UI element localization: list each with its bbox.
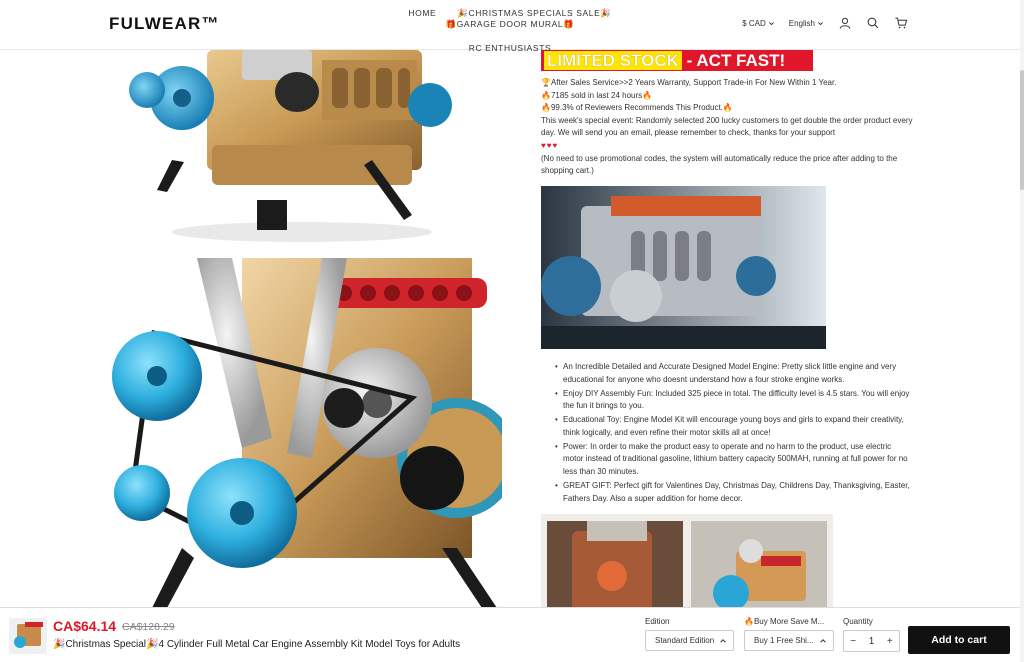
- nav-garage-door-mural[interactable]: 🎁GARAGE DOOR MURAL🎁: [446, 19, 575, 30]
- quantity-field: Quantity − 1 +: [843, 617, 900, 652]
- quantity-stepper: − 1 +: [843, 630, 900, 652]
- buy-more-label: 🔥Buy More Save M...: [744, 617, 825, 626]
- quantity-increase-button[interactable]: +: [881, 636, 899, 647]
- currency-label: $ CAD: [742, 18, 766, 28]
- promo-note: (No need to use promotional codes, the s…: [541, 153, 898, 176]
- nav-christmas-specials[interactable]: 🎉CHRISTMAS SPECIALS SALE🎉: [457, 8, 611, 19]
- feature-list: An Incredible Detailed and Accurate Desi…: [541, 361, 913, 507]
- nav-rc-enthusiasts[interactable]: RC ENTHUSIASTS: [469, 43, 552, 53]
- buy-more-value: Buy 1 Free Shi...: [754, 636, 814, 645]
- feature-item: Power: In order to make the product easy…: [541, 441, 913, 479]
- product-info-text: 🏆After Sales Service>>2 Years Warranty, …: [541, 77, 913, 178]
- chevron-down-icon: [818, 21, 823, 25]
- chevron-up-icon: [820, 638, 826, 643]
- warranty-line: 🏆After Sales Service>>2 Years Warranty, …: [541, 78, 837, 87]
- language-label: English: [788, 18, 815, 28]
- header-utilities: $ CAD English: [742, 16, 908, 30]
- user-icon[interactable]: [838, 16, 852, 30]
- gallery-image-2[interactable]: [691, 521, 827, 617]
- gallery-thumbnails: [541, 514, 833, 617]
- original-price: CA$128.29: [122, 621, 175, 633]
- product-title: 🎉Christmas Special🎉4 Cylinder Full Metal…: [53, 639, 461, 650]
- language-selector[interactable]: English: [789, 19, 824, 28]
- site-header: FULWEAR™ HOME 🎉CHRISTMAS SPECIALS SALE🎉 …: [0, 0, 1020, 53]
- edition-field: Edition Standard Edition: [645, 617, 734, 651]
- site-logo[interactable]: FULWEAR™: [109, 14, 220, 34]
- product-page: FULWEAR™ HOME 🎉CHRISTMAS SPECIALS SALE🎉 …: [0, 0, 1024, 662]
- buy-more-select[interactable]: Buy 1 Free Shi...: [744, 630, 834, 651]
- edition-value: Standard Edition: [655, 636, 715, 645]
- buy-more-field: 🔥Buy More Save M... Buy 1 Free Shi...: [744, 617, 834, 651]
- sold-count-line: 🔥7185 sold in last 24 hours🔥: [541, 90, 653, 100]
- edition-label: Edition: [645, 617, 670, 626]
- engine-photo: [541, 186, 826, 349]
- banner-highlight: LIMITED STOCK: [544, 51, 682, 70]
- hearts: ♥♥♥: [541, 140, 559, 150]
- sticky-add-to-cart-bar: CA$64.14 CA$128.29 🎉Christmas Special🎉4 …: [0, 607, 1020, 662]
- special-event-line: This week's special event: Randomly sele…: [541, 115, 913, 138]
- feature-item: Educational Toy: Engine Model Kit will e…: [541, 414, 913, 439]
- page-scrollbar[interactable]: [1020, 0, 1024, 662]
- feature-item: Enjoy DIY Assembly Fun: Included 325 pie…: [541, 388, 913, 413]
- banner-text: - ACT FAST!: [681, 51, 786, 70]
- main-nav: HOME 🎉CHRISTMAS SPECIALS SALE🎉 🎁GARAGE D…: [330, 8, 690, 53]
- gallery-image-1[interactable]: [547, 521, 683, 617]
- quantity-value[interactable]: 1: [862, 636, 880, 647]
- feature-item: GREAT GIFT: Perfect gift for Valentines …: [541, 480, 913, 505]
- quantity-label: Quantity: [843, 617, 873, 626]
- chevron-up-icon: [720, 638, 726, 643]
- product-image-engine-side[interactable]: [112, 50, 502, 246]
- product-image-engine-front[interactable]: [112, 258, 502, 608]
- search-icon[interactable]: [866, 16, 880, 30]
- product-thumbnail: [9, 618, 47, 654]
- chevron-down-icon: [768, 21, 774, 25]
- nav-home[interactable]: HOME: [408, 8, 436, 18]
- edition-select[interactable]: Standard Edition: [645, 630, 734, 651]
- cart-icon[interactable]: [894, 16, 908, 30]
- feature-item: An Incredible Detailed and Accurate Desi…: [541, 361, 913, 386]
- currency-selector[interactable]: $ CAD: [742, 19, 775, 28]
- limited-stock-banner: LIMITED STOCK - ACT FAST!: [541, 50, 813, 71]
- add-to-cart-button[interactable]: Add to cart: [908, 626, 1010, 654]
- quantity-decrease-button[interactable]: −: [844, 636, 862, 647]
- reviewer-line: 🔥99.3% of Reviewers Recommends This Prod…: [541, 103, 733, 113]
- scrollbar-thumb[interactable]: [1020, 70, 1024, 190]
- sale-price: CA$64.14: [53, 618, 117, 634]
